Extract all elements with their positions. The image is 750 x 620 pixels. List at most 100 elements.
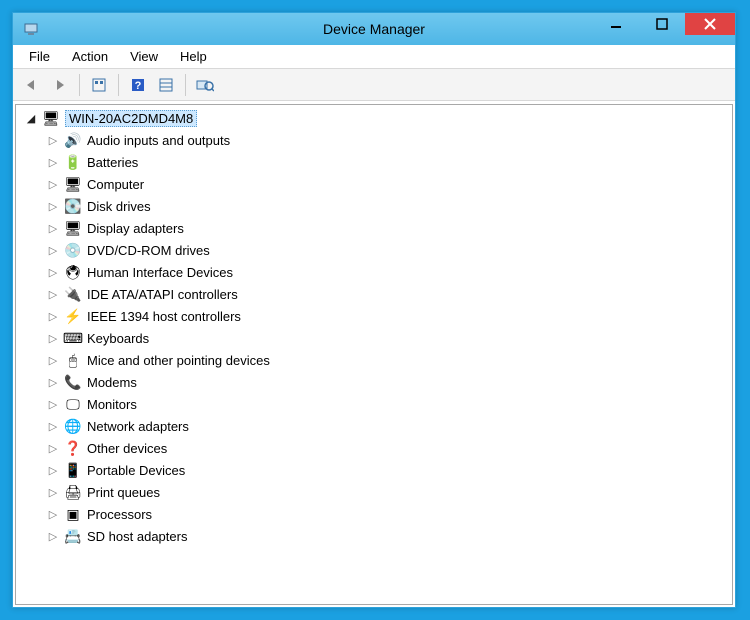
tree-item[interactable]: ▷🖲Human Interface Devices: [16, 261, 732, 283]
menu-help[interactable]: Help: [170, 46, 217, 67]
tree-item-label: Network adapters: [87, 419, 189, 434]
menu-action[interactable]: Action: [62, 46, 118, 67]
expand-icon[interactable]: ▷: [46, 507, 60, 521]
processor-icon: ▣: [64, 505, 82, 523]
tree-item[interactable]: ▷ 🖱 Mice and other pointing devices: [16, 349, 732, 371]
tree-item[interactable]: ▷ ⚡ IEEE 1394 host controllers: [16, 305, 732, 327]
expand-icon[interactable]: ▷: [46, 485, 60, 499]
toolbar-separator: [118, 74, 119, 96]
tree-item-label: Processors: [87, 507, 152, 522]
tree-item-label: Disk drives: [87, 199, 151, 214]
expand-icon[interactable]: ▷: [46, 287, 60, 301]
tree-item[interactable]: ▷ 🖥 Computer: [16, 173, 732, 195]
expand-icon[interactable]: ▷: [46, 243, 60, 257]
show-hidden-button[interactable]: [86, 72, 112, 98]
tree-item-label: Display adapters: [87, 221, 184, 236]
menubar: File Action View Help: [13, 45, 735, 69]
toolbar-separator: [185, 74, 186, 96]
tree-item[interactable]: ▷ 💽 Disk drives: [16, 195, 732, 217]
computer-icon: 🖥: [64, 175, 82, 193]
tree-item[interactable]: ▷⌨Keyboards: [16, 327, 732, 349]
tree-item[interactable]: ▷ 🖥 Display adapters: [16, 217, 732, 239]
tree-item[interactable]: ▷ 📞 Modems: [16, 371, 732, 393]
expand-icon[interactable]: ▷: [46, 463, 60, 477]
tree-item[interactable]: ▷ 🖨 Print queues: [16, 481, 732, 503]
titlebar[interactable]: Device Manager: [13, 13, 735, 45]
printer-icon: 🖨: [64, 483, 82, 501]
expand-icon[interactable]: ▷: [46, 441, 60, 455]
tree-item-label: Batteries: [87, 155, 138, 170]
tree-root[interactable]: ◢ 🖥 WIN-20AC2DMD4M8: [16, 107, 732, 129]
network-icon: 🌐: [64, 417, 82, 435]
tree-item[interactable]: ▷📱Portable Devices: [16, 459, 732, 481]
tree-item[interactable]: ▷ ❓ Other devices: [16, 437, 732, 459]
app-icon: [21, 19, 41, 39]
toolbar: ?: [13, 69, 735, 101]
forward-button[interactable]: [47, 72, 73, 98]
menu-file[interactable]: File: [19, 46, 60, 67]
expand-icon[interactable]: ▷: [46, 133, 60, 147]
expand-icon[interactable]: ▷: [46, 177, 60, 191]
tree-item-label: Other devices: [87, 441, 167, 456]
tree-item[interactable]: ▷ 💿 DVD/CD-ROM drives: [16, 239, 732, 261]
window-controls: [593, 13, 735, 45]
tree-root-label: WIN-20AC2DMD4M8: [65, 110, 197, 127]
display-icon: 🖥: [64, 219, 82, 237]
expand-icon[interactable]: ▷: [46, 221, 60, 235]
properties-button[interactable]: [153, 72, 179, 98]
expand-icon[interactable]: ▷: [46, 529, 60, 543]
expand-icon[interactable]: ▷: [46, 331, 60, 345]
expand-icon[interactable]: ▷: [46, 419, 60, 433]
content-area: ◢ 🖥 WIN-20AC2DMD4M8 ▷ 🔊 Audio inputs and outp…: [13, 101, 735, 607]
maximize-button[interactable]: [639, 13, 685, 35]
expand-icon[interactable]: ▷: [46, 353, 60, 367]
device-tree[interactable]: ◢ 🖥 WIN-20AC2DMD4M8 ▷ 🔊 Audio inputs and outp…: [15, 104, 733, 605]
tree-item[interactable]: ▷ 🔊 Audio inputs and outputs: [16, 129, 732, 151]
mouse-icon: 🖱: [64, 351, 82, 369]
monitor-icon: 🖵: [64, 395, 82, 413]
expand-icon[interactable]: ▷: [46, 309, 60, 323]
tree-item-label: Mice and other pointing devices: [87, 353, 270, 368]
tree-item[interactable]: ▷ 🖵 Monitors: [16, 393, 732, 415]
scan-hardware-button[interactable]: [192, 72, 218, 98]
menu-view[interactable]: View: [120, 46, 168, 67]
expand-icon[interactable]: ▷: [46, 375, 60, 389]
modem-icon: 📞: [64, 373, 82, 391]
portable-icon: 📱: [64, 461, 82, 479]
tree-item-label: Keyboards: [87, 331, 149, 346]
expand-icon[interactable]: ▷: [46, 155, 60, 169]
toolbar-separator: [79, 74, 80, 96]
ide-icon: 🔌: [64, 285, 82, 303]
tree-item[interactable]: ▷📇SD host adapters: [16, 525, 732, 547]
computer-icon: 🖥: [42, 109, 60, 127]
tree-item-label: Human Interface Devices: [87, 265, 233, 280]
help-button[interactable]: ?: [125, 72, 151, 98]
tree-item-label: Audio inputs and outputs: [87, 133, 230, 148]
tree-item[interactable]: ▷🔋Batteries: [16, 151, 732, 173]
close-button[interactable]: [685, 13, 735, 35]
other-icon: ❓: [64, 439, 82, 457]
tree-item-label: Computer: [87, 177, 144, 192]
tree-item-label: Monitors: [87, 397, 137, 412]
collapse-icon[interactable]: ◢: [24, 111, 38, 125]
tree-item[interactable]: ▷ 🔌 IDE ATA/ATAPI controllers: [16, 283, 732, 305]
tree-item-label: Print queues: [87, 485, 160, 500]
tree-item-label: IDE ATA/ATAPI controllers: [87, 287, 238, 302]
cdrom-icon: 💿: [64, 241, 82, 259]
sd-icon: 📇: [64, 527, 82, 545]
tree-item-label: Modems: [87, 375, 137, 390]
disk-icon: 💽: [64, 197, 82, 215]
speaker-icon: 🔊: [64, 131, 82, 149]
tree-item[interactable]: ▷ 🌐 Network adapters: [16, 415, 732, 437]
tree-item-label: DVD/CD-ROM drives: [87, 243, 210, 258]
back-button[interactable]: [19, 72, 45, 98]
expand-icon[interactable]: ▷: [46, 199, 60, 213]
device-manager-window: Device Manager File Action View Help: [12, 12, 736, 608]
tree-item[interactable]: ▷ ▣ Processors: [16, 503, 732, 525]
svg-text:?: ?: [135, 80, 142, 92]
tree-item-label: IEEE 1394 host controllers: [87, 309, 241, 324]
expand-icon[interactable]: ▷: [46, 265, 60, 279]
minimize-button[interactable]: [593, 13, 639, 35]
expand-icon[interactable]: ▷: [46, 397, 60, 411]
firewire-icon: ⚡: [64, 307, 82, 325]
